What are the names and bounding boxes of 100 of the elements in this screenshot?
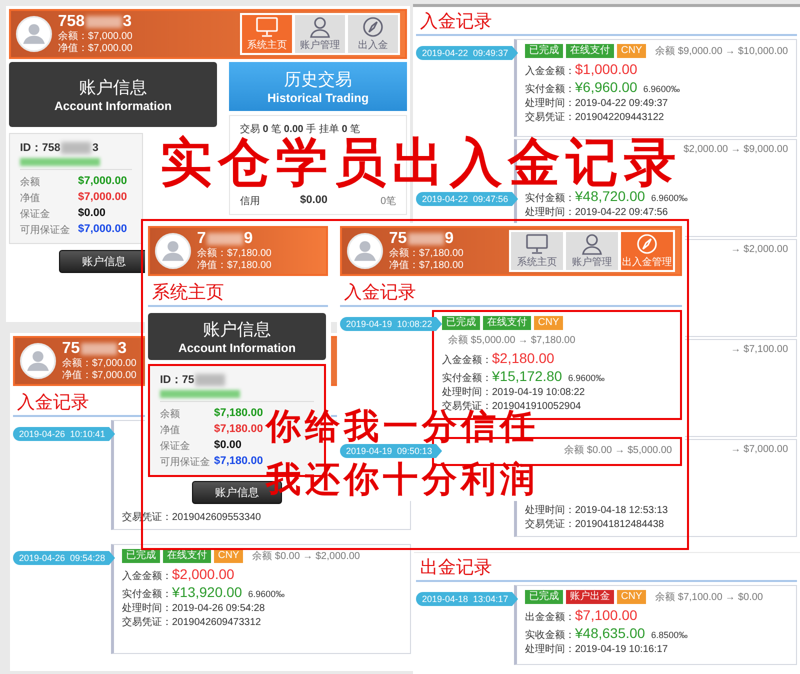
avatar-icon	[16, 16, 52, 52]
field-label: 处理时间：	[525, 643, 575, 657]
status-tag: 在线支付	[163, 549, 211, 563]
field-label: 交易凭证：	[122, 616, 172, 630]
section-title: 出金记录	[416, 556, 797, 582]
field-label: 处理时间：	[525, 504, 575, 518]
balance-change: 余额 $5,000.00 → $7,180.00	[448, 334, 576, 347]
nav-tile[interactable]: 出入金	[348, 15, 398, 53]
rate-value: 6.9600‰	[568, 372, 605, 385]
rate-value: 6.8500‰	[651, 629, 688, 642]
field-label: 入金金额：	[442, 354, 492, 368]
redacted-block	[195, 374, 226, 386]
card-subtitle: Account Information	[53, 99, 173, 113]
redacted-block	[86, 16, 122, 28]
compass-icon	[635, 233, 659, 255]
field-value: ¥15,172.80	[492, 368, 562, 385]
field-value: $7,000.00	[78, 191, 127, 205]
card-title: 历史交易	[283, 69, 353, 91]
field-value: ¥48,720.00	[575, 189, 646, 204]
timestamp-tag: 2019-04-26 10:10:41	[13, 427, 116, 441]
count-label: 0笔	[380, 195, 396, 208]
account-id: ID：758	[20, 141, 60, 155]
field-label: 交易凭证：	[525, 111, 575, 125]
card-subtitle: Historical Trading	[266, 91, 370, 105]
status-tag: CNY	[617, 44, 646, 58]
field-label: 实付金额：	[442, 372, 492, 386]
avatar-icon	[347, 233, 383, 269]
field-value: $0.00	[300, 194, 328, 208]
field-value: ¥48,635.00	[575, 625, 646, 642]
field-label: 可用保证金	[20, 224, 70, 237]
balance-summary: 净值：$7,000.00	[58, 43, 132, 55]
redacted-block	[206, 233, 243, 245]
timestamp-tag: 2019-04-19 09:50:13	[340, 444, 442, 458]
field-value: $7,000.00	[78, 223, 127, 237]
field-label: 入金金额：	[122, 570, 172, 584]
status-tag: 在线支付	[566, 44, 614, 58]
person-icon	[308, 16, 332, 38]
field-value: 2019042609473312	[172, 616, 261, 630]
field-label: 净值	[160, 424, 180, 437]
field-label: 信用	[240, 195, 260, 208]
status-tag: 在线支付	[483, 316, 531, 330]
account-number: 3	[122, 13, 132, 31]
card-title: 账户信息	[202, 319, 272, 341]
nav-tile[interactable]: 账户管理	[295, 15, 345, 53]
field-label: 净值	[20, 192, 40, 205]
account-number: 75	[389, 230, 407, 248]
field-value: 2019-04-26 09:54:28	[172, 602, 265, 616]
card-title: 账户信息	[78, 77, 148, 99]
balance-change: → $2,000.00	[730, 244, 788, 255]
timestamp-tag: 2019-04-22 09:49:37	[416, 46, 518, 60]
account-id: 3	[92, 142, 98, 154]
status-tag: 已完成	[442, 316, 480, 330]
field-value: 2019-04-18 12:53:13	[575, 504, 668, 518]
trade-stats: 交易 0 笔 0.00 手 挂单 0 笔	[240, 122, 362, 136]
field-value: $7,100.00	[575, 607, 638, 624]
field-label: 入金金额：	[525, 65, 575, 79]
balance-change: $2,000.00 → $9,000.00	[683, 144, 788, 155]
monitor-icon	[255, 16, 279, 38]
nav-tile[interactable]: 账户管理	[566, 232, 618, 270]
balance-summary: 余额：$7,000.00	[62, 358, 136, 370]
account-id: ID：75	[160, 373, 194, 387]
field-value: ¥13,920.00	[172, 584, 242, 601]
balance-change: 余额 $0.00 → $5,000.00	[564, 444, 672, 457]
compass-icon	[361, 16, 385, 38]
nav-tile[interactable]: 系统主页	[511, 232, 563, 270]
avatar-icon	[20, 343, 56, 379]
field-value: 2019-04-22 09:47:56	[575, 206, 668, 220]
nav-tile[interactable]: 系统主页	[242, 15, 292, 53]
section-title: 入金记录	[340, 279, 682, 307]
status-tag: CNY	[617, 590, 646, 604]
timestamp-tag: 2019-04-26 09:54:28	[13, 551, 116, 565]
rate-value: 6.9600‰	[643, 83, 680, 96]
field-label: 交易凭证：	[525, 518, 575, 532]
balance-change: 余额 $9,000.00 → $10,000.00	[655, 44, 788, 58]
field-value: $7,180.00	[214, 455, 263, 469]
field-label: 保证金	[20, 208, 50, 221]
status-tag: 账户出金	[566, 590, 614, 604]
field-label: 实付金额：	[122, 588, 172, 602]
field-value: ¥6,960.00	[575, 79, 638, 96]
field-label: 处理时间：	[525, 206, 575, 220]
account-number: 75	[62, 340, 80, 358]
field-value: $7,180.00	[214, 423, 263, 437]
nav-tile[interactable]: 出入金管理	[621, 232, 673, 270]
section-title: 入金记录	[416, 10, 797, 36]
overlay-caption: 实仓学员出入金记录	[160, 137, 682, 189]
field-value: 2019042209443122	[575, 111, 664, 125]
field-value: $7,000.00	[78, 175, 127, 189]
field-value: $1,000.00	[575, 61, 638, 78]
field-value: $0.00	[78, 207, 106, 221]
status-tag: CNY	[534, 316, 564, 330]
field-label: 实付金额：	[525, 192, 575, 206]
redacted-block	[408, 233, 444, 245]
account-number: 9	[244, 230, 253, 248]
redacted-block	[61, 142, 92, 154]
account-number: 7	[197, 230, 206, 248]
field-label: 保证金	[160, 440, 190, 453]
status-tag: CNY	[214, 549, 244, 563]
card-subtitle: Account Information	[177, 341, 297, 355]
field-label: 实付金额：	[525, 83, 575, 97]
field-label: 实收金额：	[525, 629, 575, 643]
